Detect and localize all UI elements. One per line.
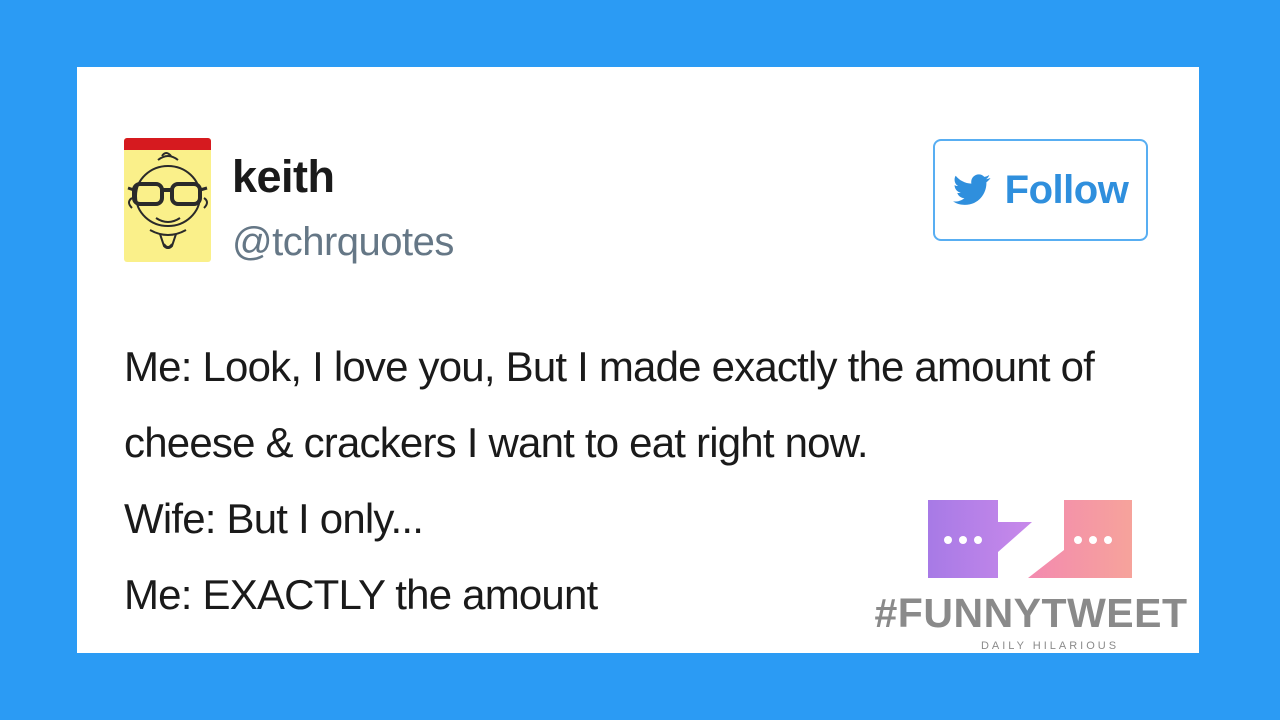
avatar[interactable] [124,138,211,262]
tweet-line: cheese & crackers I want to eat right no… [124,419,869,466]
watermark-title: #FUNNYTWEET [874,590,1188,636]
display-name[interactable]: keith [232,151,335,203]
follow-button[interactable]: Follow [933,139,1148,241]
follow-button-label: Follow [1004,167,1129,212]
twitter-bird-icon [952,174,991,205]
watermark-subtitle: DAILY HILARIOUS [980,640,1120,652]
chat-bubbles-icon [928,500,1132,578]
cartoon-face-icon [127,152,208,249]
tweet-line: Me: Look, I love you, But I made exactly… [124,343,1095,390]
funnytweet-watermark: #FUNNYTWEET DAILY HILARIOUS [862,500,1200,660]
user-handle[interactable]: @tchrquotes [232,220,454,265]
